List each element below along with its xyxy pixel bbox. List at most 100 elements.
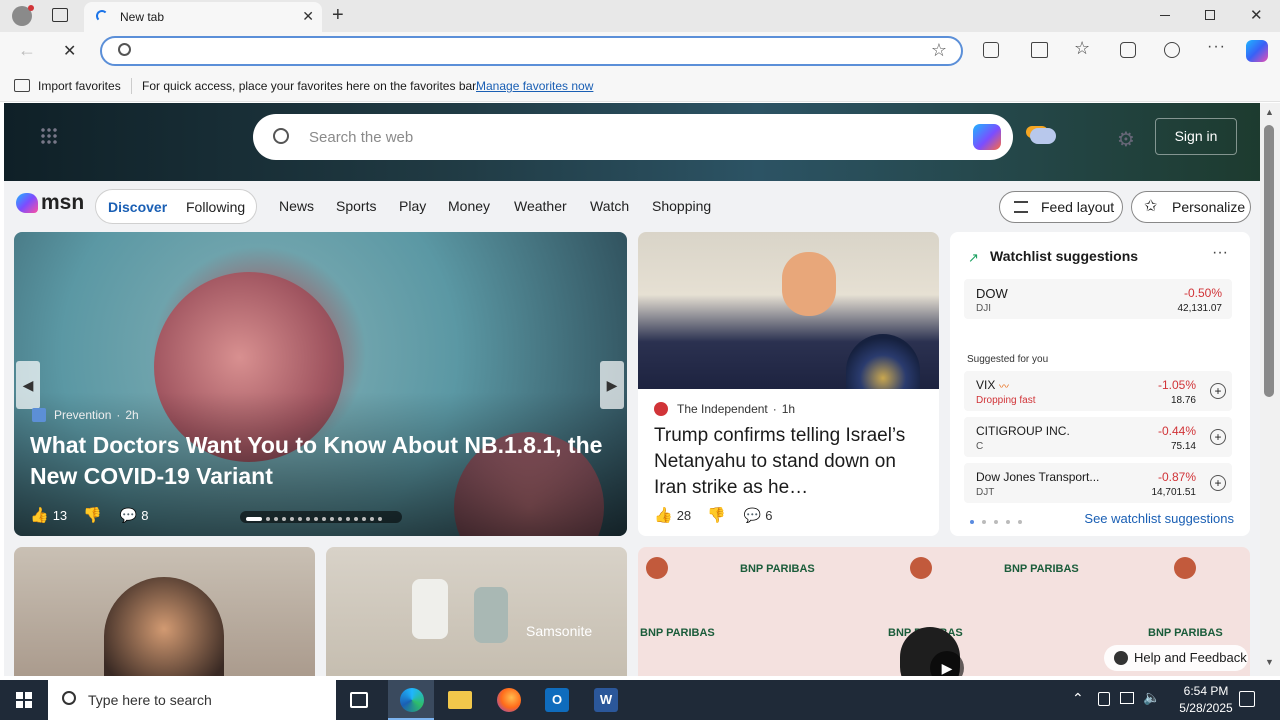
nav-play[interactable]: Play (399, 198, 426, 214)
tab-actions-icon[interactable] (52, 8, 68, 22)
close-window-icon[interactable]: ✕ (1250, 6, 1263, 24)
nav-shopping[interactable]: Shopping (652, 198, 711, 214)
personalize-icon: ✩ (1144, 198, 1158, 215)
apps-grid-icon[interactable] (40, 127, 58, 145)
collections-icon[interactable] (1120, 42, 1136, 58)
carousel-dot (346, 517, 350, 521)
web-search-input[interactable]: Search the web (309, 129, 413, 146)
hero-source-row: Prevention · 2h (32, 408, 139, 422)
story-card-trump[interactable]: The Independent · 1h Trump confirms tell… (638, 232, 939, 536)
edge-taskbar-button[interactable] (388, 680, 434, 720)
feed-layout-button[interactable]: Feed layout (999, 191, 1123, 223)
restore-icon[interactable] (1205, 10, 1215, 20)
scroll-down-icon[interactable]: ▼ (1265, 657, 1274, 667)
tab-new-tab[interactable]: New tab ✕ (84, 2, 322, 32)
task-view-icon[interactable] (350, 692, 368, 708)
start-button[interactable] (0, 680, 48, 720)
dislike-icon[interactable]: 👎 (707, 506, 726, 524)
scroll-up-icon[interactable]: ▲ (1265, 107, 1274, 117)
carousel-dot (322, 517, 326, 521)
carousel-prev-button[interactable]: ◀ (16, 361, 40, 409)
like-icon[interactable]: 👍 (654, 506, 673, 524)
help-feedback-button[interactable]: Help and Feedback (1104, 645, 1248, 671)
notifications-icon[interactable] (1239, 691, 1255, 707)
scroll-thumb[interactable] (1264, 125, 1274, 397)
show-hidden-icons-icon[interactable]: ⌃ (1072, 690, 1084, 707)
extensions-icon[interactable] (983, 42, 999, 58)
see-watchlist-link[interactable]: See watchlist suggestions (1084, 511, 1234, 526)
msn-logo[interactable]: msn (16, 191, 84, 215)
citigroup-value: 75.14 (1170, 441, 1196, 452)
new-tab-icon[interactable]: + (332, 4, 344, 27)
msn-logo-text: msn (41, 191, 85, 214)
dislike-icon[interactable]: 👎 (83, 506, 102, 524)
comment-icon[interactable]: 💬 (744, 507, 761, 524)
file-explorer-icon[interactable] (448, 691, 472, 709)
carousel-dot (378, 517, 382, 521)
personalize-button[interactable]: ✩ Personalize (1131, 191, 1251, 223)
import-favorites-button[interactable]: Import favorites (38, 79, 121, 93)
tab-discover[interactable]: Discover (108, 199, 167, 215)
close-tab-icon[interactable]: ✕ (302, 8, 314, 25)
address-bar[interactable]: ☆ (100, 36, 963, 66)
hero-likes: 13 (52, 507, 68, 523)
page-scrollbar[interactable]: ▲ ▼ (1260, 103, 1280, 676)
outlook-icon[interactable]: O (545, 688, 569, 712)
nav-weather[interactable]: Weather (514, 198, 567, 214)
watchlist-row-dow[interactable]: DOW DJI -0.50% 42,131.07 (964, 279, 1232, 319)
web-search-box[interactable]: Search the web (253, 114, 1013, 160)
clock-date[interactable]: 5/28/2025 (1166, 701, 1246, 715)
nav-money[interactable]: Money (448, 198, 490, 214)
address-input[interactable] (142, 41, 922, 61)
nav-news[interactable]: News (279, 198, 314, 214)
watchlist-row-djt[interactable]: Dow Jones Transport... DJT -0.87% 14,701… (964, 463, 1232, 503)
word-icon[interactable]: W (594, 688, 618, 712)
samsonite-ad-card[interactable]: Samsonite (326, 547, 627, 676)
watchlist-row-citigroup[interactable]: CITIGROUP INC. C -0.44% 75.14 + (964, 417, 1232, 457)
settings-gear-icon[interactable]: ⚙ (1117, 127, 1135, 152)
network-status-icon[interactable] (1120, 692, 1134, 704)
taskbar-search-icon (62, 691, 76, 705)
hero-title[interactable]: What Doctors Want You to Know About NB.1… (30, 430, 620, 492)
comment-icon[interactable]: 💬 (120, 507, 137, 524)
browser-essentials-icon[interactable] (1164, 42, 1180, 58)
minimize-icon[interactable] (1160, 15, 1170, 16)
add-vix-icon[interactable]: + (1210, 383, 1226, 399)
story-card-hoda[interactable] (14, 547, 315, 676)
like-icon[interactable]: 👍 (30, 506, 49, 524)
sign-in-button[interactable]: Sign in (1155, 118, 1237, 155)
story2-source: The Independent (677, 402, 768, 416)
clock-time[interactable]: 6:54 PM (1174, 684, 1238, 698)
back-icon[interactable]: ← (18, 40, 36, 61)
carousel-next-button[interactable]: ▶ (600, 361, 624, 409)
tab-title: New tab (120, 10, 165, 24)
more-options-icon[interactable]: ··· (1207, 38, 1226, 56)
story2-likes: 28 (676, 507, 692, 523)
personalize-label: Personalize (1172, 199, 1246, 215)
volume-icon[interactable]: 🔈 (1143, 689, 1160, 706)
stop-loading-icon[interactable]: ✕ (63, 41, 76, 61)
watchlist-row-vix[interactable]: VIX 〰 Dropping fast -1.05% 18.76 + (964, 371, 1232, 411)
nav-sports[interactable]: Sports (336, 198, 376, 214)
firefox-icon[interactable] (497, 688, 521, 712)
favorites-icon[interactable]: ☆ (1074, 38, 1090, 59)
backpack-image-2 (474, 587, 508, 643)
tab-following[interactable]: Following (186, 199, 245, 215)
network-icon[interactable] (1098, 692, 1110, 706)
taskbar-search-box[interactable]: Type here to search (48, 680, 336, 720)
hero-source: Prevention (54, 408, 112, 422)
carousel-dot (362, 517, 366, 521)
add-citigroup-icon[interactable]: + (1210, 429, 1226, 445)
story2-title[interactable]: Trump confirms telling Israel’s Netanyah… (654, 423, 924, 501)
weather-cloud-icon[interactable] (1030, 128, 1056, 144)
copilot-icon[interactable] (1246, 40, 1268, 62)
add-djt-icon[interactable]: + (1210, 475, 1226, 491)
nav-watch[interactable]: Watch (590, 198, 629, 214)
favorite-star-icon[interactable]: ☆ (931, 40, 947, 61)
watchlist-more-icon[interactable]: ··· (1212, 244, 1228, 262)
manage-favorites-link[interactable]: Manage favorites now (476, 79, 593, 93)
split-screen-icon[interactable] (1031, 42, 1048, 58)
hero-story-card[interactable]: ◀ ▶ Prevention · 2h What Doctors Want Yo… (14, 232, 627, 536)
bnp-video-card[interactable]: BNP PARIBAS BNP PARIBAS BNP PARIBAS BNP … (638, 547, 1250, 676)
copilot-search-icon[interactable] (973, 124, 1001, 150)
